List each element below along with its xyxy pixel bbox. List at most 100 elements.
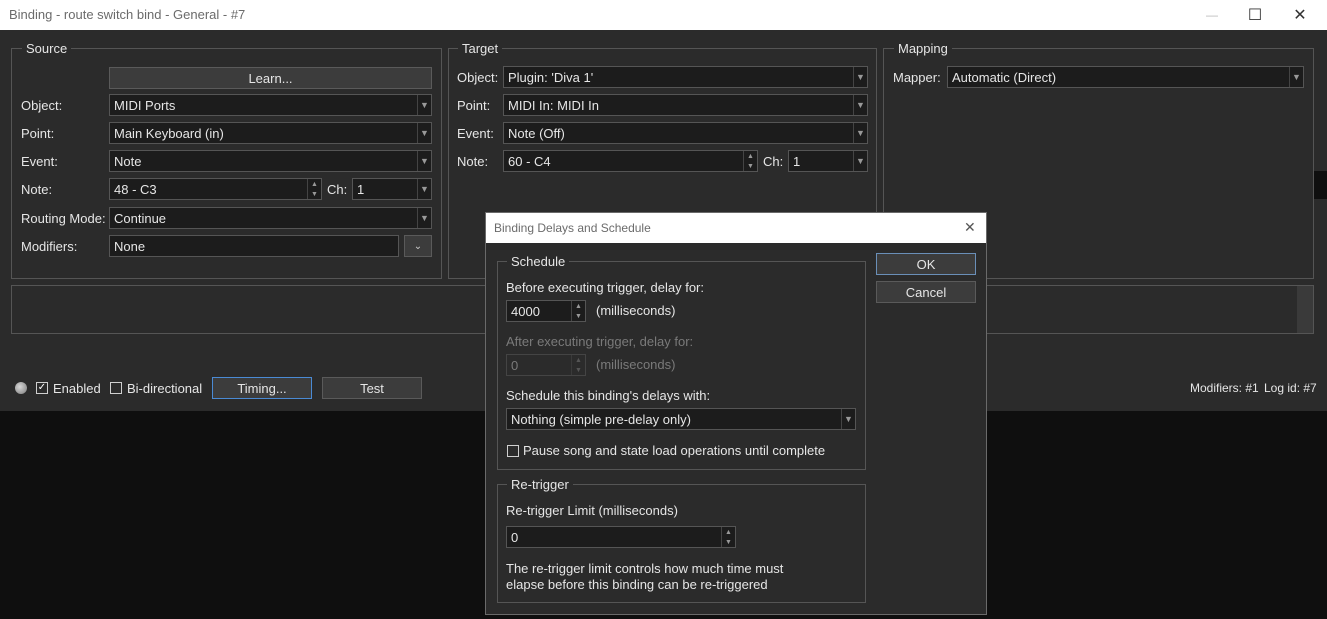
source-ch-value: 1	[357, 182, 365, 197]
source-group-title: Source	[22, 41, 72, 56]
modifiers-status: Modifiers: #1	[1190, 381, 1259, 395]
timing-button[interactable]: Timing...	[212, 377, 312, 399]
bidirectional-checkbox[interactable]	[110, 382, 122, 394]
retrigger-note-line1: The re-trigger limit controls how much t…	[506, 561, 784, 576]
source-point-select[interactable]: Main Keyboard (in) ▼	[109, 122, 432, 144]
pause-checkbox[interactable]	[507, 445, 519, 457]
target-event-value: Note (Off)	[508, 126, 565, 141]
spin-up-icon[interactable]: ▲	[308, 179, 321, 189]
source-point-label: Point:	[21, 126, 55, 141]
source-note-value: 48 - C3	[114, 182, 157, 197]
source-event-value: Note	[114, 154, 142, 169]
close-icon: ✕	[1293, 7, 1307, 24]
pause-label: Pause song and state load operations unt…	[523, 443, 826, 458]
target-event-label: Event:	[457, 126, 494, 141]
target-ch-value: 1	[793, 154, 801, 169]
spin-down-icon[interactable]: ▼	[572, 311, 585, 321]
target-note-spinner[interactable]: 60 - C4 ▲ ▼	[503, 150, 758, 172]
chevron-down-icon: ▼	[853, 67, 867, 87]
minimize-button[interactable]: —	[1189, 0, 1235, 30]
source-event-select[interactable]: Note ▼	[109, 150, 432, 172]
spin-down-icon[interactable]: ▼	[744, 161, 757, 171]
mapper-label: Mapper:	[893, 70, 941, 85]
window-edge	[1313, 171, 1327, 199]
target-note-value: 60 - C4	[508, 154, 551, 169]
routing-mode-value: Continue	[114, 211, 167, 226]
delays-dialog: Binding Delays and Schedule ✕ Schedule B…	[485, 212, 987, 615]
dialog-titlebar: Binding Delays and Schedule ✕	[486, 213, 986, 243]
target-point-select[interactable]: MIDI In: MIDI In ▼	[503, 94, 868, 116]
retrigger-limit-value: 0	[511, 530, 519, 545]
dialog-close-icon[interactable]: ✕	[964, 219, 976, 236]
check-icon: ✓	[37, 382, 47, 393]
learn-button[interactable]: Learn...	[109, 67, 432, 89]
minimize-icon: —	[1206, 8, 1218, 22]
modifiers-dropdown-button[interactable]: ⌄	[404, 235, 432, 257]
spin-down-icon[interactable]: ▼	[308, 189, 321, 199]
routing-mode-select[interactable]: Continue ▼	[109, 207, 432, 229]
window-titlebar: Binding - route switch bind - General - …	[0, 0, 1327, 30]
chevron-down-icon: ⌄	[413, 240, 423, 252]
after-delay-label: After executing trigger, delay for:	[506, 334, 694, 349]
ok-button[interactable]: OK	[876, 253, 976, 275]
spin-up-icon[interactable]: ▲	[572, 301, 585, 311]
description-scrollbar[interactable]	[1297, 286, 1313, 333]
target-event-select[interactable]: Note (Off) ▼	[503, 122, 868, 144]
target-object-value: Plugin: 'Diva 1'	[508, 70, 594, 85]
spin-up-icon[interactable]: ▲	[722, 527, 735, 537]
routing-mode-label: Routing Mode:	[21, 211, 106, 226]
source-note-label: Note:	[21, 182, 53, 197]
schedule-group-title: Schedule	[507, 254, 570, 269]
before-delay-label: Before executing trigger, delay for:	[506, 280, 705, 295]
source-object-label: Object:	[21, 98, 63, 113]
chevron-down-icon: ▼	[417, 95, 431, 115]
spin-up-icon[interactable]: ▲	[572, 355, 585, 365]
spin-down-icon[interactable]: ▼	[722, 537, 735, 547]
close-button[interactable]: ✕	[1277, 0, 1323, 30]
schedule-with-value: Nothing (simple pre-delay only)	[511, 412, 691, 427]
mapping-group-title: Mapping	[894, 41, 952, 56]
source-note-spinner[interactable]: 48 - C3 ▲ ▼	[109, 178, 322, 200]
window-title: Binding - route switch bind - General - …	[9, 7, 246, 22]
target-point-label: Point:	[457, 98, 491, 113]
source-object-select[interactable]: MIDI Ports ▼	[109, 94, 432, 116]
source-ch-label: Ch:	[327, 182, 348, 197]
target-point-value: MIDI In: MIDI In	[508, 98, 600, 113]
modifiers-value: None	[114, 239, 146, 254]
chevron-down-icon: ▼	[1289, 67, 1303, 87]
retrigger-limit-spinner[interactable]: 0 ▲ ▼	[506, 526, 736, 548]
source-object-value: MIDI Ports	[114, 98, 176, 113]
before-delay-spinner[interactable]: 4000 ▲ ▼	[506, 300, 586, 322]
target-object-select[interactable]: Plugin: 'Diva 1' ▼	[503, 66, 868, 88]
maximize-icon: ☐	[1247, 7, 1263, 24]
maximize-button[interactable]: ☐	[1232, 0, 1278, 30]
mapper-value: Automatic (Direct)	[952, 70, 1057, 85]
before-delay-value: 4000	[511, 304, 540, 319]
mapper-select[interactable]: Automatic (Direct) ▼	[947, 66, 1304, 88]
target-note-label: Note:	[457, 154, 489, 169]
spin-down-icon[interactable]: ▼	[572, 365, 585, 375]
source-point-value: Main Keyboard (in)	[114, 126, 224, 141]
enabled-checkbox[interactable]: ✓	[36, 382, 48, 394]
chevron-down-icon: ▼	[841, 409, 855, 429]
source-event-label: Event:	[21, 154, 58, 169]
retrigger-note-line2: elapse before this binding can be re-tri…	[506, 577, 768, 592]
chevron-down-icon: ▼	[417, 151, 431, 171]
chevron-down-icon: ▼	[417, 123, 431, 143]
schedule-with-label: Schedule this binding's delays with:	[506, 388, 711, 403]
chevron-down-icon: ▼	[853, 151, 867, 171]
modifiers-label: Modifiers:	[21, 239, 78, 254]
spin-up-icon[interactable]: ▲	[744, 151, 757, 161]
modifiers-field[interactable]: None	[109, 235, 399, 257]
chevron-down-icon: ▼	[853, 95, 867, 115]
retrigger-group-title: Re-trigger	[507, 477, 573, 492]
schedule-with-select[interactable]: Nothing (simple pre-delay only) ▼	[506, 408, 856, 430]
target-object-label: Object:	[457, 70, 499, 85]
bidirectional-label: Bi-directional	[127, 381, 203, 396]
cancel-button[interactable]: Cancel	[876, 281, 976, 303]
source-ch-select[interactable]: 1 ▼	[352, 178, 432, 200]
retrigger-limit-label: Re-trigger Limit (milliseconds)	[506, 503, 678, 518]
target-ch-select[interactable]: 1 ▼	[788, 150, 868, 172]
after-delay-spinner[interactable]: 0 ▲ ▼	[506, 354, 586, 376]
test-button[interactable]: Test	[322, 377, 422, 399]
